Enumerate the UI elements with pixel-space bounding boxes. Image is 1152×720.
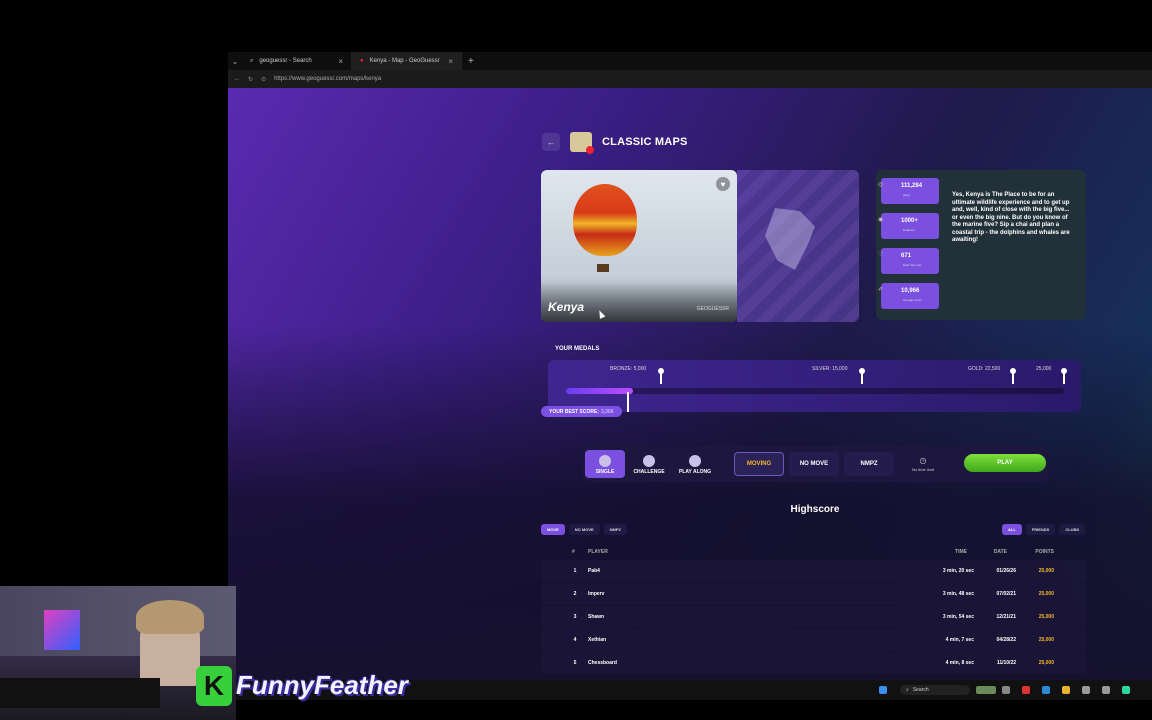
table-row[interactable]: 2 Imperv 3 min, 48 sec 07/02/21 25,000 <box>541 583 1086 605</box>
filter-clubs[interactable]: CLUBS <box>1059 524 1086 535</box>
gold-threshold: GOLD: 22,500 <box>968 366 1001 372</box>
table-row[interactable]: 5 Chessboard 4 min, 8 sec 11/10/22 25,00… <box>541 652 1086 674</box>
medal-track <box>566 388 1064 394</box>
option-no-move-button[interactable]: NO MOVE <box>789 452 839 476</box>
app-icon[interactable] <box>1122 686 1130 694</box>
max-pin <box>1061 368 1067 384</box>
likes-icon: ♡ <box>878 252 884 258</box>
search-favicon-icon: ⌕ <box>250 57 254 64</box>
tab-search[interactable]: ⌕ geoguessr - Search × <box>242 52 352 70</box>
bronze-threshold: BRONZE: 5,000 <box>610 366 647 372</box>
reload-icon[interactable]: ↻ <box>248 76 253 83</box>
stat-average-score: ✐ 10,966 average score <box>878 283 939 309</box>
geoguessr-favicon-icon: ● <box>360 58 364 64</box>
url-field[interactable]: https://www.geoguessr.com/maps/kenya <box>274 76 381 82</box>
favorite-heart-icon[interactable]: ♥ <box>716 177 730 191</box>
best-score-pin <box>627 392 629 412</box>
map-card[interactable]: ♥ Kenya GEOGUESSR <box>541 170 737 322</box>
locations-icon: ◉ <box>878 217 884 223</box>
task-view-icon[interactable] <box>1002 686 1010 694</box>
gold-pin <box>1010 368 1016 384</box>
geoguessr-page: ← CLASSIC MAPS ♥ Kenya GEOGUESSR ◎ 111,2… <box>228 88 1152 680</box>
score-icon: ✐ <box>878 287 884 293</box>
play-button[interactable]: PLAY <box>964 454 1046 472</box>
mode-challenge-button[interactable]: CHALLENGE <box>629 450 669 478</box>
highscore-title: Highscore <box>790 504 840 515</box>
search-icon: ⌕ <box>906 687 909 693</box>
streamer-brand: FunnyFeather <box>236 670 408 700</box>
filter-nmpz[interactable]: NMPZ <box>603 524 628 535</box>
site-info-icon[interactable]: ⊙ <box>261 76 266 83</box>
max-threshold: 25,000 <box>1036 366 1052 372</box>
monitor-image <box>44 610 80 650</box>
tab-label: Kenya - Map - GeoGuessr <box>369 58 440 64</box>
app-icon[interactable] <box>1082 686 1090 694</box>
stat-locations: ◉ 1000+ locations <box>878 213 939 239</box>
tab-bar: ⌄ ⌕ geoguessr - Search × ● Kenya - Map -… <box>228 52 1152 70</box>
page-title: CLASSIC MAPS <box>602 136 688 148</box>
widget-icon[interactable] <box>976 686 996 694</box>
map-stats-panel: ◎ 111,284 plays ◉ 1000+ locations ♡ 671 … <box>876 170 1086 320</box>
mode-play-along-button[interactable]: PLAY ALONG <box>675 450 715 478</box>
kick-logo-icon: K <box>196 666 232 706</box>
windows-start-icon[interactable] <box>879 686 887 694</box>
map-name: Kenya <box>548 300 585 314</box>
table-row[interactable]: 1 Pab4 3 min, 20 sec 01/26/26 25,000 <box>541 560 1086 582</box>
browser-window: ⌄ ⌕ geoguessr - Search × ● Kenya - Map -… <box>228 52 1152 680</box>
close-tab-icon[interactable]: × <box>338 57 343 66</box>
app-icon[interactable] <box>1022 686 1030 694</box>
tab-label: geoguessr - Search <box>259 58 312 64</box>
taskbar-search[interactable]: ⌕ Search <box>900 685 970 695</box>
bronze-pin <box>658 368 664 384</box>
edge-icon[interactable] <box>1042 686 1050 694</box>
new-tab-icon[interactable]: + <box>468 56 474 67</box>
back-button[interactable]: ← <box>542 133 560 151</box>
single-player-icon <box>599 455 611 467</box>
best-score-fill <box>566 388 633 394</box>
address-bar: ← ↻ ⊙ https://www.geoguessr.com/maps/ken… <box>228 70 1152 88</box>
highscore-header: # PLAYER TIME DATE POINTS <box>572 549 1054 555</box>
silver-pin <box>859 368 865 384</box>
balloon-image <box>573 184 637 272</box>
page-header: ← CLASSIC MAPS <box>542 132 688 154</box>
stat-plays: ◎ 111,284 plays <box>878 178 939 204</box>
keyboard-image <box>0 678 160 708</box>
stat-likes: ♡ 671 liked this map <box>878 248 939 274</box>
clock-icon: ◷ <box>919 456 927 465</box>
best-score-badge: YOUR BEST SCORE: 3,366 <box>541 406 622 417</box>
silver-threshold: SILVER: 15,000 <box>812 366 848 372</box>
folder-icon[interactable] <box>1062 686 1070 694</box>
map-outline-panel <box>737 170 859 322</box>
table-row[interactable]: 3 Shawn 3 min, 54 sec 12/21/21 25,000 <box>541 606 1086 628</box>
tab-geoguessr[interactable]: ● Kenya - Map - GeoGuessr × <box>352 52 462 70</box>
mode-single-button[interactable]: SINGLE <box>585 450 625 478</box>
game-settings-bar: SINGLE CHALLENGE PLAY ALONG MOVING NO MO… <box>583 446 1049 482</box>
option-nmpz-button[interactable]: NMPZ <box>844 452 894 476</box>
filter-friends[interactable]: FRIENDS <box>1025 524 1056 535</box>
close-tab-icon[interactable]: × <box>448 57 453 66</box>
highscore-type-filters: MOVE NO MOVE NMPZ <box>541 524 628 535</box>
challenge-icon <box>643 455 655 467</box>
back-arrow-icon[interactable]: ← <box>234 76 240 82</box>
map-description: Yes, Kenya is The Place to be for an ult… <box>952 192 1070 243</box>
map-creator: GEOGUESSR <box>696 306 729 312</box>
filter-no-move[interactable]: NO MOVE <box>568 524 600 535</box>
time-limit-button[interactable]: ◷ No time limit <box>899 452 947 476</box>
app-icon[interactable] <box>1102 686 1110 694</box>
medals-label: YOUR MEDALS <box>555 346 600 352</box>
play-along-icon <box>689 455 701 467</box>
classic-maps-icon <box>570 132 594 154</box>
option-moving-button[interactable]: MOVING <box>734 452 784 476</box>
tab-list-chevron-icon[interactable]: ⌄ <box>228 57 242 66</box>
plays-icon: ◎ <box>878 182 884 188</box>
filter-move[interactable]: MOVE <box>541 524 565 535</box>
kenya-outline-icon <box>765 208 815 270</box>
filter-all[interactable]: ALL <box>1002 524 1022 535</box>
highscore-scope-filters: ALL FRIENDS CLUBS <box>1002 524 1086 535</box>
table-row[interactable]: 4 Xethian 4 min, 7 sec 04/28/22 25,000 <box>541 629 1086 651</box>
